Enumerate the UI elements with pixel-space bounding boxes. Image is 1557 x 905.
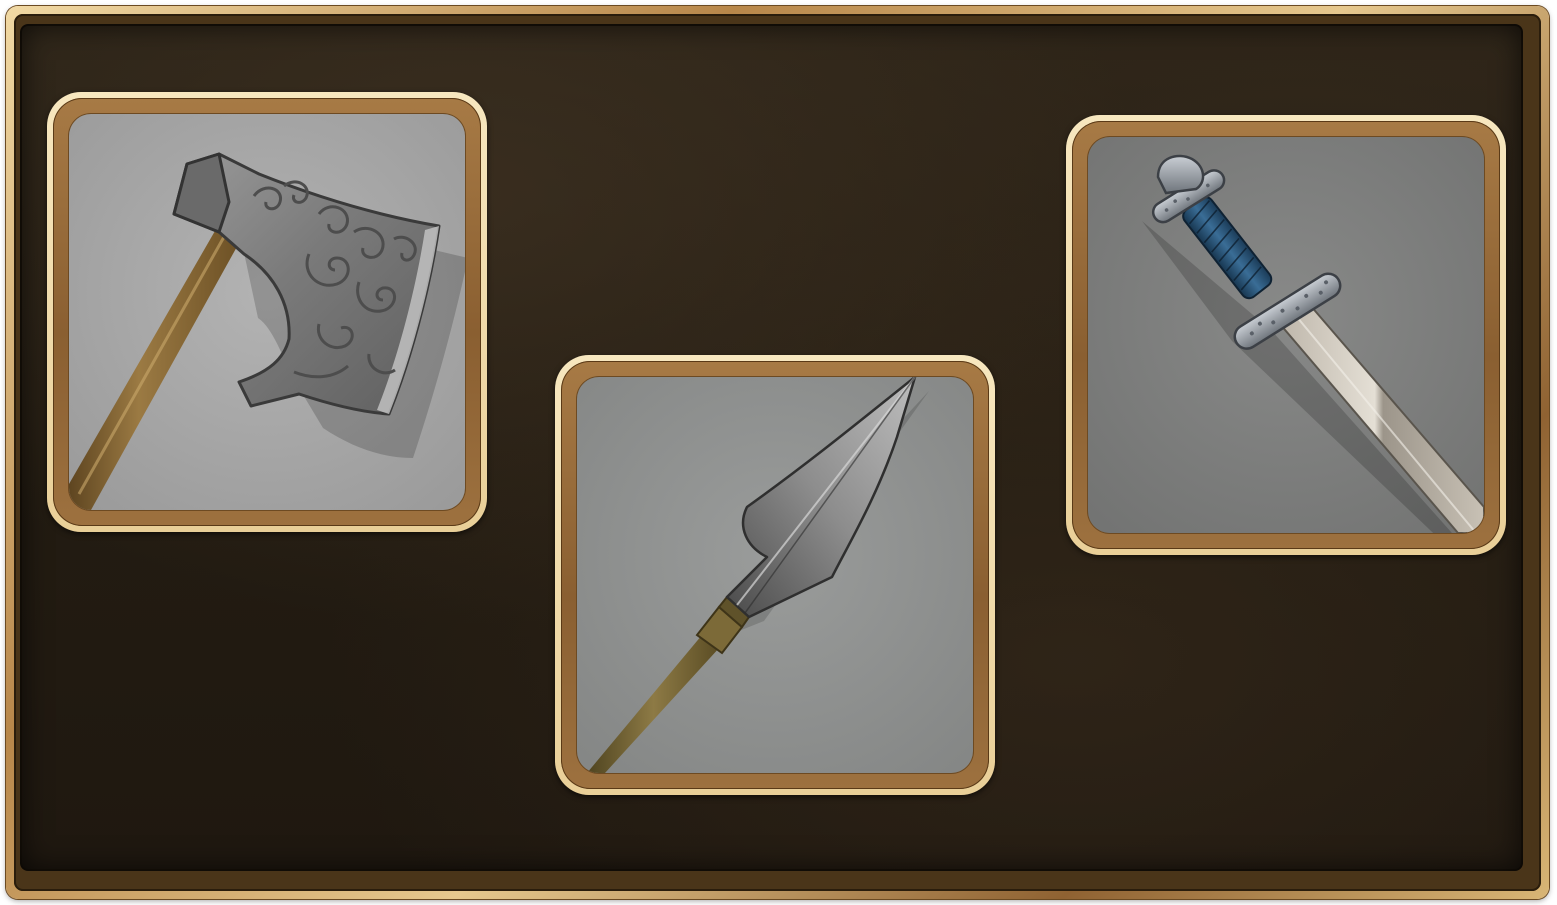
weapon-slot-sword[interactable] [1066, 115, 1506, 555]
weapon-slot-spear[interactable] [555, 355, 995, 795]
bearded-axe-icon [69, 114, 465, 510]
slot-well [1088, 137, 1484, 533]
weapon-slot-axe[interactable] [47, 92, 487, 532]
spear-icon [577, 377, 973, 773]
viking-sword-icon [1088, 137, 1484, 533]
slot-well [577, 377, 973, 773]
slot-well [69, 114, 465, 510]
